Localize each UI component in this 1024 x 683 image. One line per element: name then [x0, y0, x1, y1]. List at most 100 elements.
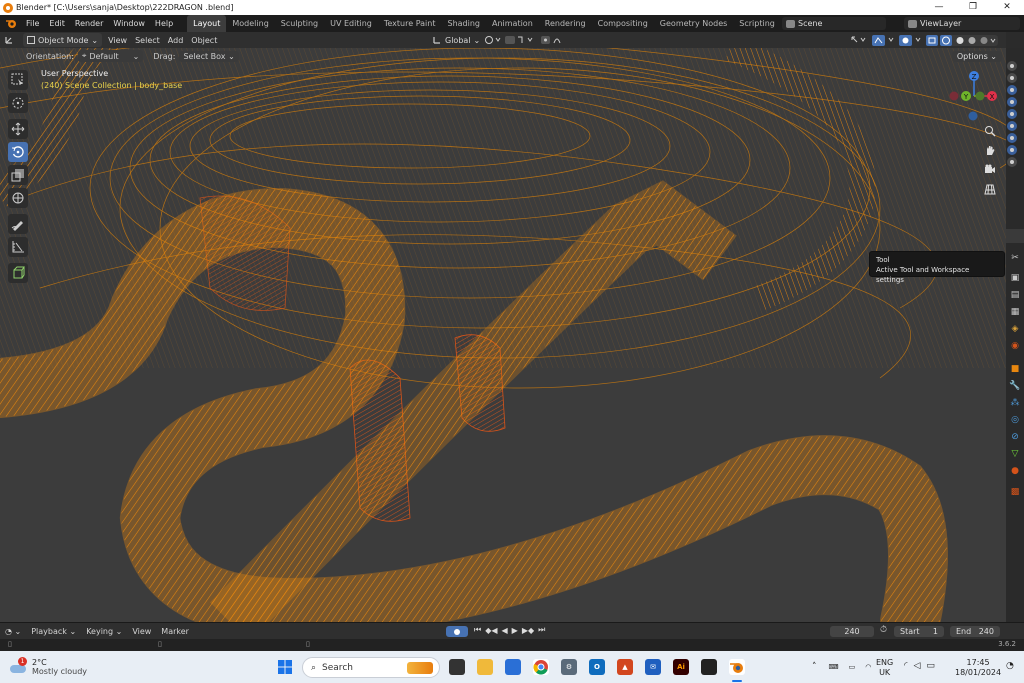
tab-geometry-nodes[interactable]: Geometry Nodes: [654, 15, 733, 32]
tab-texture-paint[interactable]: Texture Paint: [378, 15, 442, 32]
orientation-setting-dropdown[interactable]: ⌖ Default ⌄: [77, 50, 144, 62]
play-icon[interactable]: ▶: [512, 626, 518, 635]
current-frame-field[interactable]: 240: [830, 626, 874, 637]
outliner-visibility-icon[interactable]: [1007, 157, 1017, 167]
scale-tool[interactable]: [8, 165, 28, 185]
mode-dropdown[interactable]: Object Mode ⌄: [23, 33, 103, 47]
menu-playback[interactable]: Playback ⌄: [26, 627, 81, 636]
timeline-editor-type[interactable]: ◔ ⌄: [0, 627, 26, 636]
navigation-gizmo[interactable]: Z Y X: [948, 70, 1000, 122]
object-properties-tab[interactable]: ■: [1008, 362, 1022, 376]
headset-icon[interactable]: ◠: [865, 663, 871, 671]
camera-view-button[interactable]: [982, 161, 998, 177]
tab-scripting[interactable]: Scripting: [733, 15, 781, 32]
proportional-editing-button[interactable]: [536, 33, 574, 47]
weather-widget[interactable]: 1 2°C Mostly cloudy: [10, 657, 87, 676]
tool-properties-tab[interactable]: ✂: [1008, 251, 1022, 265]
physics-properties-tab[interactable]: ◎: [1008, 413, 1022, 427]
outliner-visibility-icon[interactable]: [1007, 133, 1017, 143]
office-icon[interactable]: ▲: [617, 659, 633, 675]
settings-gear-icon[interactable]: ⚙: [561, 659, 577, 675]
particles-properties-tab[interactable]: ⁂: [1008, 396, 1022, 410]
blender-taskbar-icon[interactable]: [729, 659, 745, 675]
outliner-visibility-icon[interactable]: [1007, 109, 1017, 119]
menu-view[interactable]: View: [104, 33, 131, 47]
transform-orientation-dropdown[interactable]: Global ⌄: [428, 33, 484, 47]
3d-viewport[interactable]: User Perspective (240) Scene Collection …: [0, 48, 1006, 622]
outliner-visibility-icon[interactable]: [1007, 121, 1017, 131]
cursor-tool[interactable]: [8, 93, 28, 113]
outliner-visibility-icon[interactable]: [1007, 97, 1017, 107]
add-cube-tool[interactable]: [8, 263, 28, 283]
view-layer-properties-tab[interactable]: ▦: [1008, 305, 1022, 319]
menu-window[interactable]: Window: [108, 15, 150, 32]
measure-tool[interactable]: [8, 237, 28, 257]
editor-type-button[interactable]: [0, 33, 21, 47]
tab-uv-editing[interactable]: UV Editing: [324, 15, 378, 32]
chrome-icon[interactable]: [533, 659, 549, 675]
outliner-visibility-icon[interactable]: [1007, 85, 1017, 95]
system-clock[interactable]: 17:45 18/01/2024: [955, 658, 1001, 678]
blender-menu-icon[interactable]: [4, 18, 18, 30]
rotate-tool[interactable]: [8, 142, 28, 162]
scene-selector[interactable]: Scene: [782, 17, 886, 30]
display-icon[interactable]: ▭: [849, 663, 856, 671]
windows-start-icon[interactable]: [277, 659, 293, 675]
quick-settings[interactable]: ◜ ◁ ▭: [904, 661, 935, 671]
texture-properties-tab[interactable]: ▩: [1008, 485, 1022, 499]
menu-file[interactable]: File: [21, 15, 44, 32]
chevron-up-icon[interactable]: ˄: [812, 662, 817, 672]
menu-help[interactable]: Help: [150, 15, 178, 32]
outliner-visibility-icon[interactable]: [1007, 61, 1017, 71]
modifier-properties-tab[interactable]: 🔧: [1008, 379, 1022, 393]
shading-mode-buttons[interactable]: [936, 33, 1002, 47]
world-properties-tab[interactable]: ◉: [1008, 339, 1022, 353]
auto-keying-toggle[interactable]: [446, 626, 468, 637]
menu-select[interactable]: Select: [131, 33, 164, 47]
sticky-notes-icon[interactable]: [701, 659, 717, 675]
transform-tool[interactable]: [8, 188, 28, 208]
taskbar-search[interactable]: ⌕ Search: [302, 657, 440, 678]
mail-icon[interactable]: ✉: [645, 659, 661, 675]
menu-marker[interactable]: Marker: [156, 627, 194, 636]
jump-start-icon[interactable]: ⏮: [474, 625, 481, 635]
select-box-tool[interactable]: [8, 70, 28, 90]
menu-keying[interactable]: Keying ⌄: [81, 627, 127, 636]
output-properties-tab[interactable]: ▤: [1008, 288, 1022, 302]
visibility-dropdown[interactable]: [846, 33, 870, 47]
menu-object[interactable]: Object: [187, 33, 221, 47]
stopwatch-icon[interactable]: ⏱: [880, 625, 887, 635]
prev-keyframe-icon[interactable]: ◆◀: [485, 626, 497, 635]
notifications-icon[interactable]: ◔: [1006, 661, 1014, 671]
outliner-visibility-icon[interactable]: [1007, 73, 1017, 83]
minimize-button[interactable]: —: [922, 0, 956, 15]
outliner-visibility-icon[interactable]: [1007, 145, 1017, 155]
end-frame-field[interactable]: End 240: [950, 626, 1000, 637]
illustrator-icon[interactable]: Ai: [673, 659, 689, 675]
options-dropdown[interactable]: Options ⌄: [951, 51, 1002, 62]
tab-layout[interactable]: Layout: [187, 15, 227, 32]
language-indicator[interactable]: ENG UK: [876, 658, 893, 678]
annotate-tool[interactable]: [8, 214, 28, 234]
tab-modeling[interactable]: Modeling: [226, 15, 274, 32]
menu-timeline-view[interactable]: View: [127, 627, 156, 636]
tab-compositing[interactable]: Compositing: [592, 15, 654, 32]
data-properties-tab[interactable]: ▽: [1008, 447, 1022, 461]
outlook-icon[interactable]: O: [589, 659, 605, 675]
keyboard-icon[interactable]: ⌨: [829, 663, 839, 671]
drag-setting-dropdown[interactable]: Select Box ⌄: [179, 50, 239, 62]
menu-render[interactable]: Render: [70, 15, 108, 32]
tab-shading[interactable]: Shading: [441, 15, 486, 32]
menu-edit[interactable]: Edit: [44, 15, 70, 32]
tab-sculpting[interactable]: Sculpting: [275, 15, 324, 32]
snap-button[interactable]: [500, 33, 538, 47]
perspective-toggle-button[interactable]: [982, 181, 998, 197]
material-properties-tab[interactable]: ●: [1008, 464, 1022, 478]
pan-button[interactable]: [982, 142, 998, 158]
microsoft-store-icon[interactable]: [505, 659, 521, 675]
jump-end-icon[interactable]: ⏭: [538, 625, 545, 635]
file-explorer-icon[interactable]: [477, 659, 493, 675]
move-tool[interactable]: [8, 119, 28, 139]
maximize-button[interactable]: ❐: [956, 0, 990, 15]
tab-animation[interactable]: Animation: [486, 15, 539, 32]
